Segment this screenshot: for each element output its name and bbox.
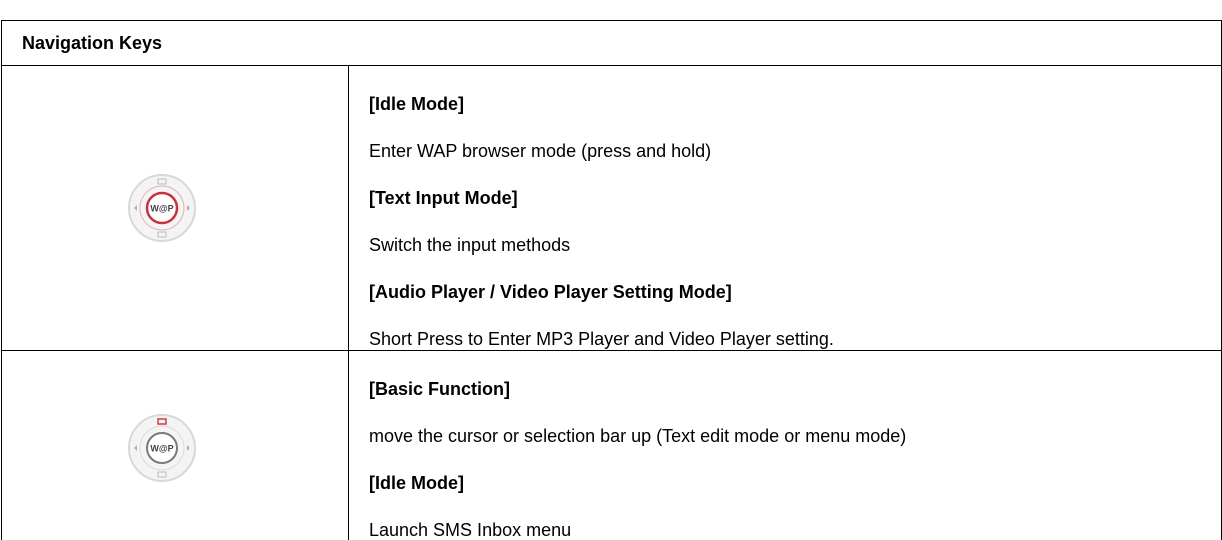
svg-text:W@P: W@P (150, 444, 173, 454)
description-cell: [Basic Function] move the cursor or sele… (349, 351, 1222, 540)
idle-mode-heading: [Idle Mode] (369, 95, 1221, 114)
idle-mode-description: Enter WAP browser mode (press and hold) (369, 142, 1221, 161)
table-header-row: Navigation Keys (2, 21, 1222, 66)
idle-mode-description: Launch SMS Inbox menu (369, 521, 1221, 540)
description-cell: [Idle Mode] Enter WAP browser mode (pres… (349, 66, 1222, 351)
table-row: W@P [Basic Function] move the cursor or … (2, 351, 1222, 540)
text-input-mode-description: Switch the input methods (369, 236, 1221, 255)
player-setting-mode-heading: [Audio Player / Video Player Setting Mod… (369, 283, 1221, 302)
up-navigation-key-icon: W@P (127, 413, 197, 483)
navigation-keys-table: Navigation Keys W@P [Idle Mode] E (1, 20, 1222, 540)
idle-mode-heading: [Idle Mode] (369, 474, 1221, 493)
wap-navigation-key-icon: W@P (127, 173, 197, 243)
player-setting-mode-description: Short Press to Enter MP3 Player and Vide… (369, 330, 1221, 349)
svg-text:W@P: W@P (150, 204, 173, 214)
basic-function-heading: [Basic Function] (369, 380, 1221, 399)
icon-cell: W@P (2, 351, 349, 540)
text-input-mode-heading: [Text Input Mode] (369, 189, 1221, 208)
icon-cell: W@P (2, 66, 349, 351)
basic-function-description: move the cursor or selection bar up (Tex… (369, 427, 1221, 446)
table-header: Navigation Keys (2, 21, 1222, 66)
table-row: W@P [Idle Mode] Enter WAP browser mode (… (2, 66, 1222, 351)
